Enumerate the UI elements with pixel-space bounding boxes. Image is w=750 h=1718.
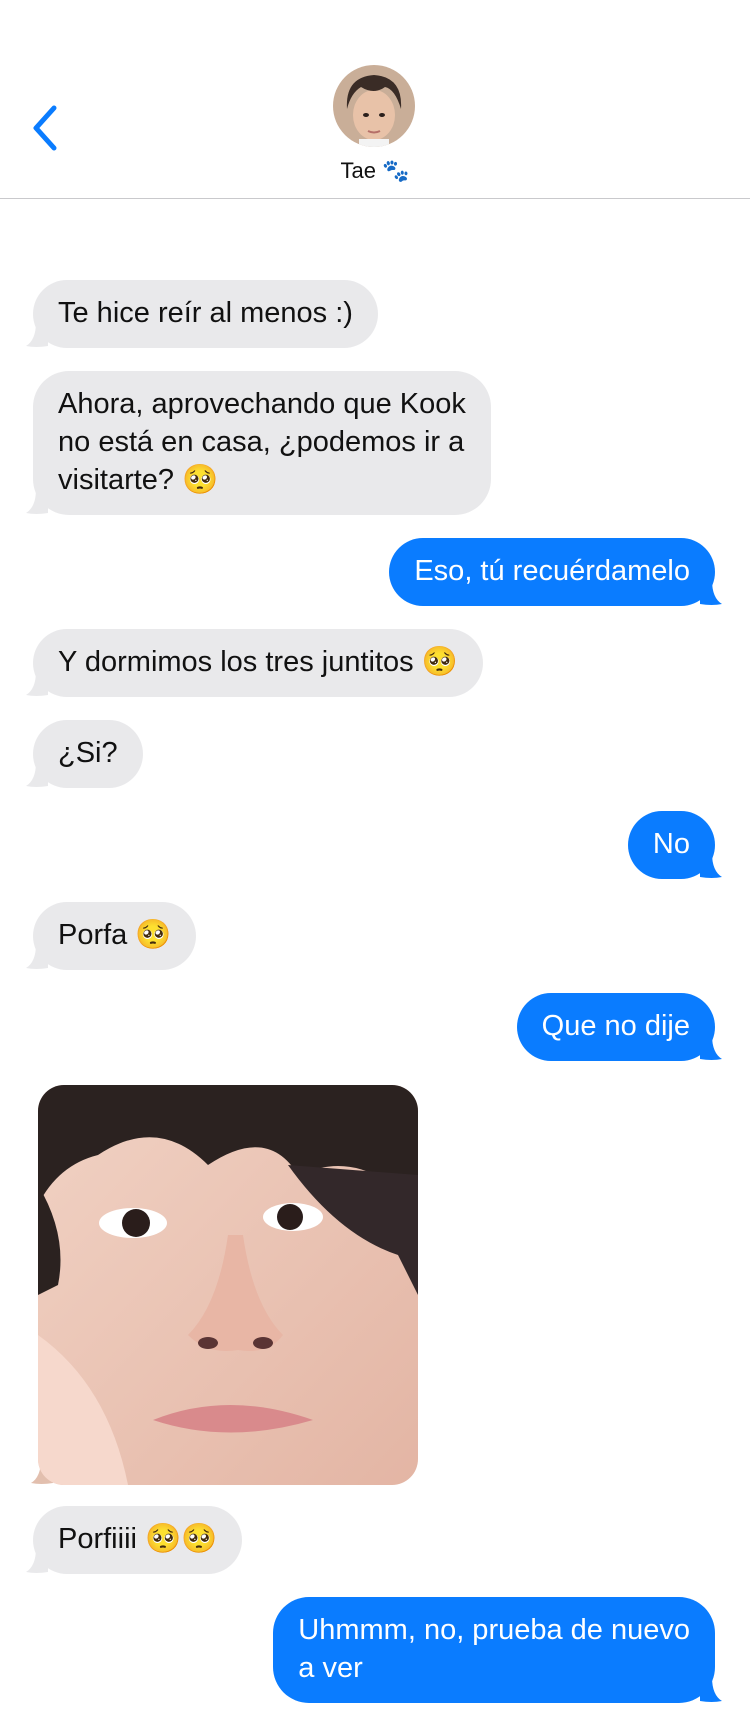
conversation-header: Tae 🐾 [0,0,750,199]
bubble-tail [26,322,48,347]
message-bubble: Te hice reír al menos :) [33,280,378,348]
bubble-tail [700,853,722,878]
bubble-tail [26,489,48,514]
back-button[interactable] [26,100,70,160]
bubble-tail [26,762,48,787]
photo [38,1085,418,1485]
avatar-photo [333,65,415,147]
bubble-tail [26,944,48,969]
message-incoming[interactable]: Ahora, aprovechando que Kook no está en … [26,371,491,515]
message-outgoing[interactable]: Que no dije [516,993,722,1061]
message-incoming[interactable]: Porfa 🥺 [26,902,197,970]
bubble-tail [700,1035,722,1060]
bubble-tail [700,1677,722,1702]
message-outgoing[interactable]: Eso, tú recuérdamelo [389,538,722,606]
message-bubble: Ahora, aprovechando que Kook no está en … [33,371,491,515]
message-bubble: Eso, tú recuérdamelo [389,538,715,606]
message-outgoing[interactable]: Uhmmm, no, prueba de nuevo a ver [273,1597,722,1703]
message-incoming[interactable]: Te hice reír al menos :) [26,280,378,348]
message-incoming[interactable]: ¿Si? [26,720,143,788]
bubble-tail [26,671,48,696]
bubble-tail [700,580,722,605]
message-bubble: Porfa 🥺 [33,902,197,970]
message-incoming[interactable]: Porfiiii 🥺🥺 [26,1506,243,1574]
message-bubble: ¿Si? [33,720,143,788]
message-incoming[interactable]: Y dormimos los tres juntitos 🥺 [26,629,483,697]
contact-avatar[interactable] [333,65,415,147]
message-bubble: Uhmmm, no, prueba de nuevo a ver [273,1597,715,1703]
message-bubble: Porfiiii 🥺🥺 [33,1506,243,1574]
message-bubble: Que no dije [516,993,715,1061]
message-bubble: Y dormimos los tres juntitos 🥺 [33,629,483,697]
message-outgoing[interactable]: No [627,811,722,879]
bubble-tail [26,1548,48,1573]
chevron-left-icon [33,105,57,151]
message-image[interactable] [31,1085,418,1485]
contact-name[interactable]: Tae 🐾 [0,158,750,184]
